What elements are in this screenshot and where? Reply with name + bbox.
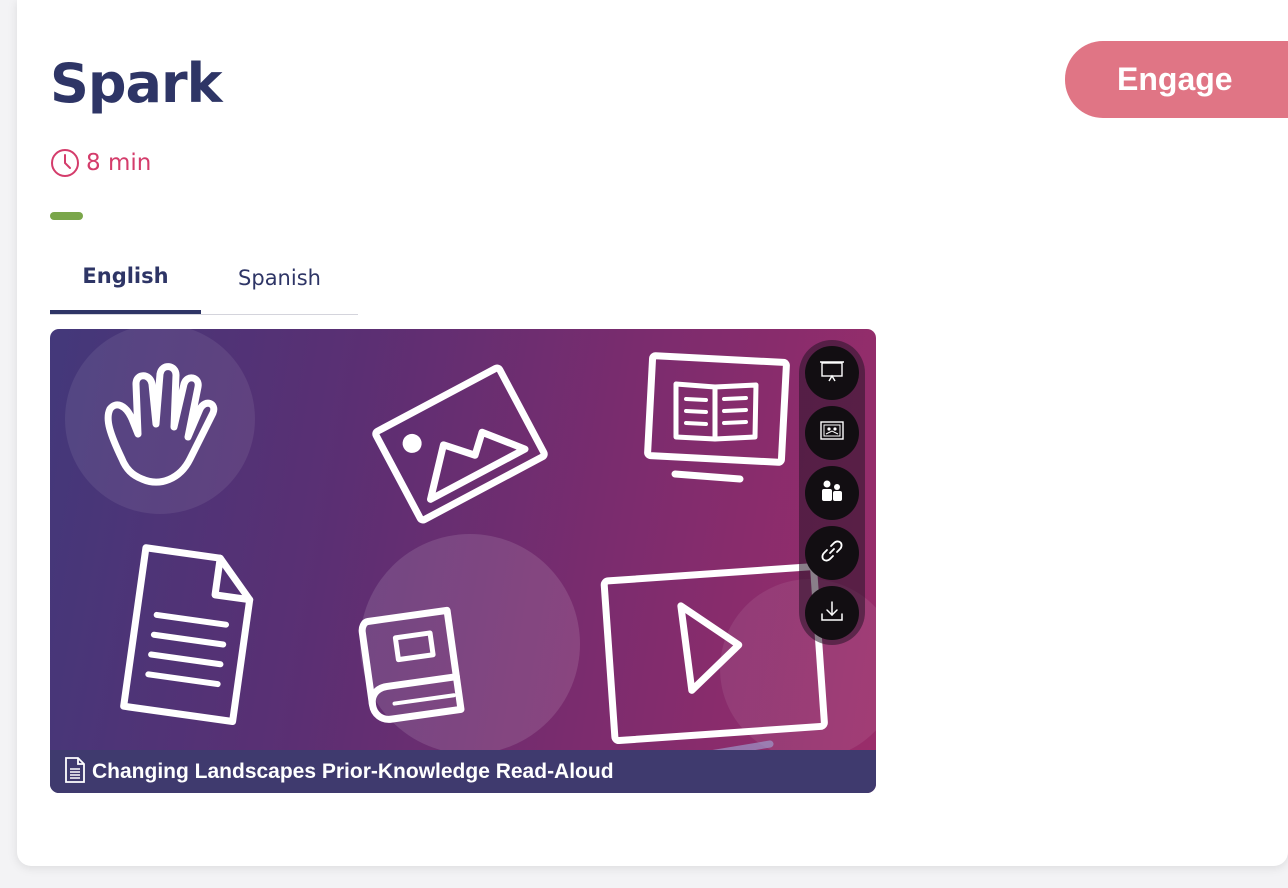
- progress-indicator: [50, 212, 83, 220]
- lesson-card: Spark 8 min Engage English Spanish Chang…: [17, 0, 1288, 866]
- assign-students-icon: [818, 478, 846, 508]
- present-icon: [818, 359, 846, 387]
- page-title: Spark: [50, 52, 223, 115]
- tab-spanish[interactable]: Spanish: [201, 242, 358, 314]
- resources-illustration: [65, 329, 876, 763]
- link-icon: [818, 537, 846, 569]
- document-icon: [64, 756, 86, 787]
- tab-english[interactable]: English: [50, 242, 201, 314]
- download-icon: [818, 597, 846, 629]
- media-caption: Changing Landscapes Prior-Knowledge Read…: [50, 750, 876, 793]
- duration-label: 8 min: [86, 150, 152, 176]
- duration: 8 min: [50, 148, 151, 178]
- classroom-screen-icon: [818, 419, 846, 447]
- language-tabs: English Spanish: [50, 242, 358, 315]
- engage-button[interactable]: Engage: [1065, 41, 1288, 118]
- media-title: Changing Landscapes Prior-Knowledge Read…: [92, 759, 614, 783]
- copy-link-button[interactable]: [805, 526, 859, 580]
- media-thumbnail[interactable]: Changing Landscapes Prior-Knowledge Read…: [50, 329, 876, 793]
- clock-icon: [50, 148, 80, 178]
- classroom-screen-button[interactable]: [805, 406, 859, 460]
- assign-students-button[interactable]: [805, 466, 859, 520]
- present-button[interactable]: [805, 346, 859, 400]
- download-button[interactable]: [805, 586, 859, 640]
